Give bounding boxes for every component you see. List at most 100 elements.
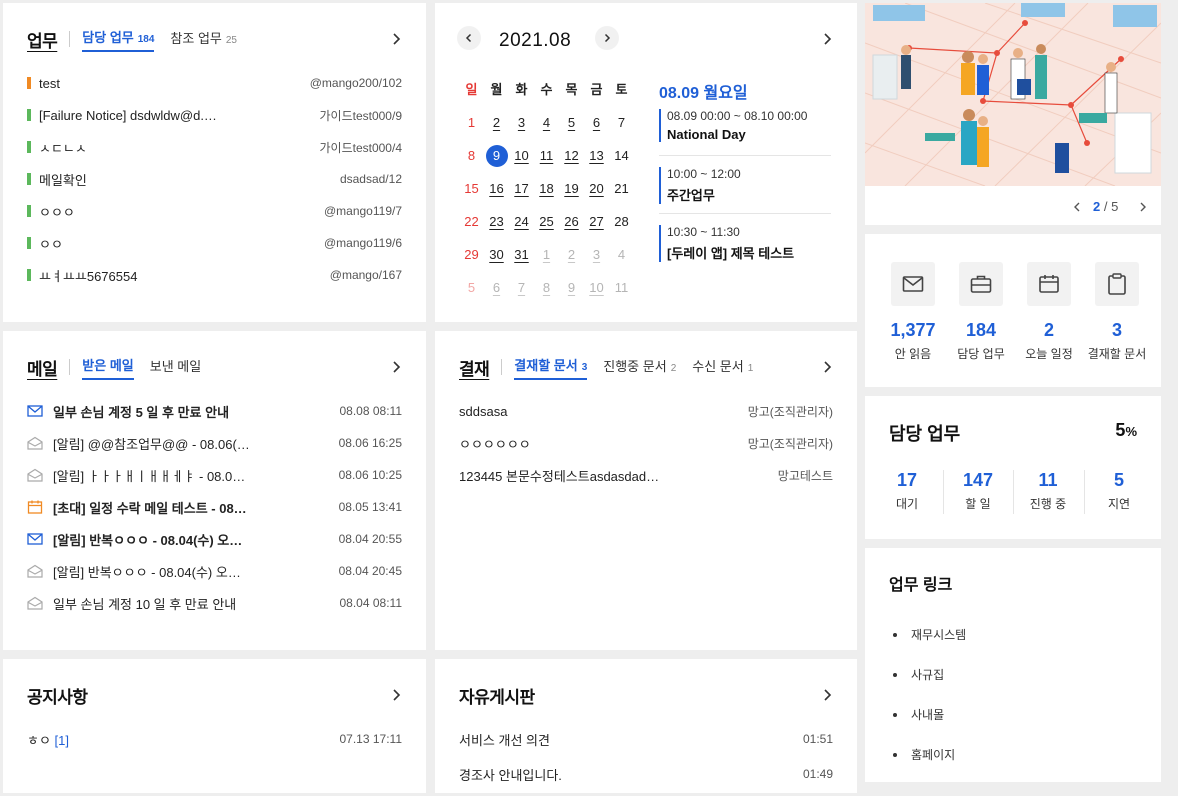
task-item[interactable]: ㅅㄷㄴㅅ 가이드test000/4	[27, 137, 402, 157]
approval-item[interactable]: ㅇㅇㅇㅇㅇㅇ 망고(조직관리자)	[459, 433, 833, 453]
tab-sent[interactable]: 보낸 메일	[150, 356, 201, 379]
next-month-button[interactable]	[595, 26, 619, 50]
calendar-day[interactable]: 31	[509, 244, 534, 266]
calendar-day[interactable]: 6	[584, 112, 609, 134]
clipboard-icon[interactable]	[1095, 262, 1139, 306]
approval-title[interactable]: 결재	[459, 355, 490, 380]
calendar-day[interactable]: 16	[484, 178, 509, 200]
link-item[interactable]: 홈페이지	[893, 746, 955, 763]
task-item[interactable]: test @mango200/102	[27, 73, 402, 93]
chevron-right-icon[interactable]	[819, 31, 835, 47]
tab-cc-tasks[interactable]: 참조 업무 25	[170, 28, 237, 51]
calendar-day[interactable]: 2	[484, 112, 509, 134]
tab-my-tasks[interactable]: 담당 업무 184	[82, 27, 155, 52]
calendar-day[interactable]: 26	[559, 211, 584, 233]
calendar-day[interactable]: 10	[509, 145, 534, 167]
calendar-day[interactable]: 2	[559, 244, 584, 266]
chevron-right-icon[interactable]	[1137, 201, 1149, 213]
calendar-day[interactable]: 7	[509, 277, 534, 299]
link-item[interactable]: 재무시스템	[893, 626, 966, 643]
task-item[interactable]: [Failure Notice] dsdwldw@d.… 가이드test000/9	[27, 105, 402, 125]
prev-month-button[interactable]	[457, 26, 481, 50]
calendar-day[interactable]: 5	[559, 112, 584, 134]
chevron-right-icon[interactable]	[819, 359, 835, 375]
calendar-event[interactable]: 08.09 00:00 ~ 08.10 00:00 National Day	[659, 109, 831, 142]
calendar-day[interactable]: 30	[484, 244, 509, 266]
calendar-day[interactable]: 8	[534, 277, 559, 299]
calendar-day[interactable]: 4	[609, 244, 634, 266]
task-item[interactable]: ㅇㅇㅇ @mango119/7	[27, 201, 402, 221]
task-item[interactable]: 메일확인 dsadsad/12	[27, 169, 402, 189]
link-item[interactable]: 사내몰	[893, 706, 944, 723]
board-item[interactable]: 경조사 안내입니다. 01:49	[459, 764, 833, 784]
link-item[interactable]: 사규집	[893, 666, 944, 683]
mail-item[interactable]: 일부 손님 계정 5 일 후 만료 안내 08.08 08:11	[27, 401, 402, 421]
task-count-delayed[interactable]: 5 지연	[1084, 470, 1154, 516]
approval-item[interactable]: sddsasa 망고(조직관리자)	[459, 401, 833, 421]
calendar-day[interactable]: 20	[584, 178, 609, 200]
calendar-day[interactable]: 18	[534, 178, 559, 200]
calendar-day[interactable]: 15	[459, 178, 484, 200]
mail-item[interactable]: [알림] @@참조업무@@ - 08.06(… 08.06 16:25	[27, 433, 402, 453]
tasks-title[interactable]: 업무	[27, 27, 58, 52]
calendar-icon[interactable]	[1027, 262, 1071, 306]
chevron-left-icon[interactable]	[1071, 201, 1083, 213]
calendar-day[interactable]: 23	[484, 211, 509, 233]
notice-item[interactable]: ㅎㅇ [1] 07.13 17:11	[27, 729, 402, 749]
task-item[interactable]: ㅇㅇ @mango119/6	[27, 233, 402, 253]
calendar-event[interactable]: 10:00 ~ 12:00 주간업무	[659, 167, 831, 204]
calendar-day[interactable]: 13	[584, 145, 609, 167]
calendar-day[interactable]: 27	[584, 211, 609, 233]
tab-received[interactable]: 수신 문서 1	[692, 356, 753, 379]
task-count-waiting[interactable]: 17 대기	[872, 470, 942, 516]
chevron-right-icon[interactable]	[388, 31, 404, 47]
task-count-in-progress[interactable]: 11 진행 중	[1013, 470, 1083, 516]
calendar-day[interactable]: 9	[559, 277, 584, 299]
mail-item[interactable]: [알림] 반복ㅇㅇㅇ - 08.04(수) 오… 08.04 20:45	[27, 561, 402, 581]
calendar-day[interactable]: 11	[609, 277, 634, 299]
chevron-right-icon[interactable]	[388, 359, 404, 375]
envelope-icon[interactable]	[891, 262, 935, 306]
notice-title[interactable]: 공지사항	[27, 683, 88, 708]
mail-item[interactable]: [알림] ㅏㅏㅏㅐㅣㅐㅐㅔㅑ - 08.0… 08.06 10:25	[27, 465, 402, 485]
calendar-day[interactable]: 1	[534, 244, 559, 266]
calendar-day[interactable]: 28	[609, 211, 634, 233]
calendar-day[interactable]: 14	[609, 145, 634, 167]
mail-item[interactable]: [알림] 반복ㅇㅇㅇ - 08.04(수) 오… 08.04 20:55	[27, 529, 402, 549]
calendar-day[interactable]: 9	[484, 145, 509, 167]
mail-title[interactable]: 메일	[27, 355, 58, 380]
board-title[interactable]: 자유게시판	[459, 683, 535, 708]
calendar-day[interactable]: 8	[459, 145, 484, 167]
calendar-day[interactable]: 4	[534, 112, 559, 134]
tab-in-progress[interactable]: 진행중 문서 2	[603, 356, 676, 379]
task-count-todo[interactable]: 147 할 일	[943, 470, 1013, 516]
stat-value[interactable]: 3	[1077, 320, 1157, 341]
calendar-day[interactable]: 6	[484, 277, 509, 299]
calendar-day[interactable]: 1	[459, 112, 484, 134]
banner-illustration[interactable]	[865, 3, 1161, 186]
calendar-day[interactable]: 7	[609, 112, 634, 134]
board-item[interactable]: 서비스 개선 의견 01:51	[459, 729, 833, 749]
calendar-day[interactable]: 19	[559, 178, 584, 200]
tab-to-approve[interactable]: 결재할 문서 3	[514, 355, 588, 380]
calendar-day[interactable]: 22	[459, 211, 484, 233]
chevron-right-icon[interactable]	[388, 687, 404, 703]
calendar-day[interactable]: 24	[509, 211, 534, 233]
calendar-day[interactable]: 10	[584, 277, 609, 299]
mail-item[interactable]: [초대] 일정 수락 메일 테스트 - 08… 08.05 13:41	[27, 497, 402, 517]
mail-item[interactable]: 일부 손님 계정 10 일 후 만료 안내 08.04 08:11	[27, 593, 402, 613]
chevron-right-icon[interactable]	[819, 687, 835, 703]
calendar-day[interactable]: 25	[534, 211, 559, 233]
calendar-day[interactable]: 29	[459, 244, 484, 266]
calendar-day[interactable]: 11	[534, 145, 559, 167]
tab-inbox[interactable]: 받은 메일	[82, 355, 134, 380]
calendar-day[interactable]: 3	[584, 244, 609, 266]
calendar-day[interactable]: 17	[509, 178, 534, 200]
calendar-day[interactable]: 12	[559, 145, 584, 167]
approval-item[interactable]: 123445 본문수정테스트asdasdad… 망고테스트	[459, 465, 833, 485]
briefcase-icon[interactable]	[959, 262, 1003, 306]
calendar-day[interactable]: 3	[509, 112, 534, 134]
task-item[interactable]: ㅛㅕㅛㅛ5676554 @mango/167	[27, 265, 402, 285]
calendar-day[interactable]: 5	[459, 277, 484, 299]
calendar-day[interactable]: 21	[609, 178, 634, 200]
